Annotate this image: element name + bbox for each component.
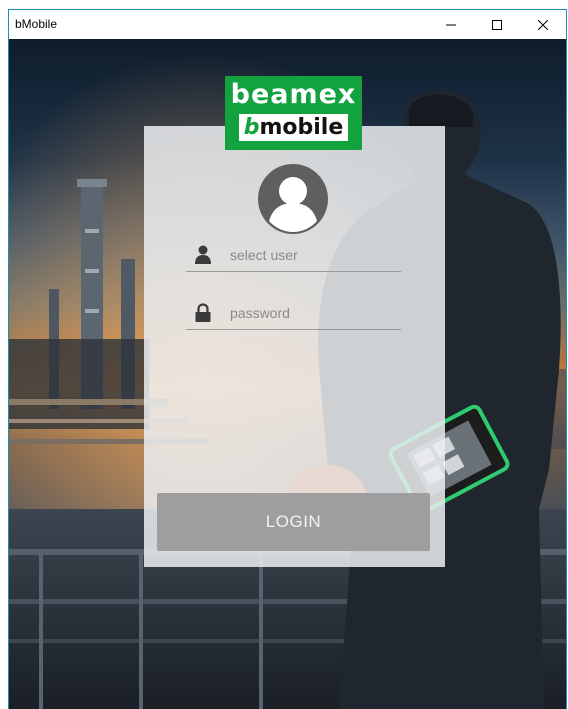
title-bar[interactable]: bMobile bbox=[9, 10, 566, 39]
lock-icon bbox=[195, 303, 211, 322]
minimize-icon bbox=[446, 24, 456, 25]
user-select-field[interactable] bbox=[186, 239, 401, 272]
logo-line-2-rest: mobile bbox=[259, 115, 344, 140]
close-icon bbox=[538, 19, 548, 30]
logo-line-2: bmobile bbox=[239, 114, 348, 141]
login-button[interactable]: LOGIN bbox=[157, 493, 430, 551]
maximize-button[interactable] bbox=[474, 10, 520, 39]
person-icon bbox=[195, 245, 211, 264]
logo-line-1: beamex bbox=[230, 79, 357, 110]
password-input[interactable] bbox=[230, 301, 395, 325]
logo-line-2-prefix: b bbox=[243, 115, 260, 140]
password-field[interactable] bbox=[186, 297, 401, 330]
close-button[interactable] bbox=[520, 10, 566, 39]
app-window: bMobile beamex bmobile select user LOGIN bbox=[8, 9, 567, 709]
select-user-input[interactable] bbox=[230, 243, 395, 267]
user-avatar-icon bbox=[258, 164, 328, 234]
beamex-bmobile-logo: beamex bmobile bbox=[225, 76, 362, 150]
maximize-icon bbox=[492, 19, 502, 30]
minimize-button[interactable] bbox=[428, 10, 474, 39]
window-title: bMobile bbox=[15, 17, 58, 31]
